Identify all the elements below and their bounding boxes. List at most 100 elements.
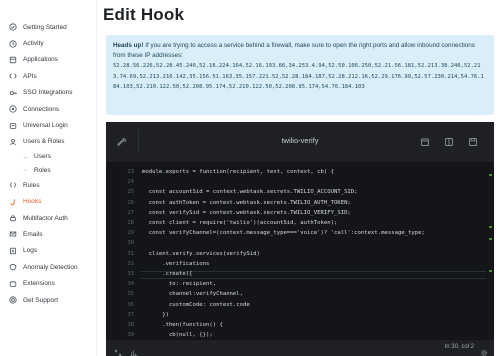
sidebar-item-users-roles[interactable]: Users & Roles xyxy=(0,134,96,150)
code-line[interactable]: .verifications xyxy=(142,261,209,267)
sidebar-subitem-label: Roles xyxy=(34,166,51,174)
code-line[interactable]: module.exports = function(recipient, tex… xyxy=(142,169,334,175)
sidebar-item-applications[interactable]: Applications xyxy=(0,52,96,68)
page-title: Edit Hook xyxy=(103,5,185,24)
applications-icon xyxy=(8,55,17,64)
sidebar-item-anomaly-detection[interactable]: Anomaly Detection xyxy=(0,259,96,275)
sidebar-item-label: Anomaly Detection xyxy=(23,263,78,271)
cursor-position-status: ln 30, col 2 xyxy=(444,344,474,350)
expand-button[interactable] xyxy=(114,344,122,356)
line-number: 24 xyxy=(127,179,134,186)
editor-footer: ln 30, col 2 xyxy=(106,340,494,356)
sidebar-item-label: Applications xyxy=(23,56,59,64)
sidebar-item-label: Emails xyxy=(23,230,43,238)
sidebar-item-label: Activity xyxy=(23,40,44,48)
code-line[interactable]: const authToken = context.webtask.secret… xyxy=(142,200,351,206)
sidebar-item-label: Getting Started xyxy=(23,23,67,31)
code-line[interactable]: cb(null, {}); xyxy=(142,332,213,338)
line-number: 29 xyxy=(127,230,134,237)
alert-heading: Heads up! xyxy=(113,42,144,49)
code-line[interactable]: const accountSid = context.webtask.secre… xyxy=(142,189,358,195)
code-line[interactable]: const verifyChannel=(context.message_typ… xyxy=(142,230,425,236)
sidebar-item-hooks[interactable]: Hooks xyxy=(0,194,96,210)
line-number: 23 xyxy=(127,169,134,175)
scrollbar-markers[interactable] xyxy=(488,174,492,274)
sidebar-item-label: Rules xyxy=(23,181,40,189)
sidebar-item-getting-started[interactable]: Getting Started xyxy=(0,19,96,35)
scroll-marker xyxy=(489,270,492,272)
save-icon xyxy=(469,138,477,146)
bar-chart-icon xyxy=(130,350,138,356)
scroll-marker xyxy=(489,226,492,228)
sidebar-subitem-label: Users xyxy=(34,153,51,161)
connections-icon xyxy=(8,105,17,114)
line-number: 39 xyxy=(127,332,134,339)
sidebar-item-multifactor-auth[interactable]: Multifactor Auth xyxy=(0,210,96,226)
hooks-icon xyxy=(8,197,17,206)
calendar-icon xyxy=(421,138,429,146)
logs-icon xyxy=(8,246,17,255)
logs-panel-button[interactable] xyxy=(130,344,138,356)
code-line[interactable]: to: recipient, xyxy=(142,281,216,287)
subitem-arrow-icon: → xyxy=(22,167,28,174)
sidebar-item-emails[interactable]: Emails xyxy=(0,226,96,242)
schedule-button[interactable] xyxy=(417,134,433,150)
code-line[interactable]: customCode: context.code xyxy=(142,302,250,308)
sidebar-item-apis[interactable]: APIs xyxy=(0,68,96,84)
sidebar-item-universal-login[interactable]: Universal Login xyxy=(0,117,96,133)
sidebar-item-label: Get Support xyxy=(23,296,59,304)
editor-settings-button[interactable] xyxy=(480,344,488,356)
sidebar-item-rules[interactable]: Rules xyxy=(0,177,96,193)
sidebar-item-connections[interactable]: Connections xyxy=(0,101,96,117)
gear-icon xyxy=(480,349,488,356)
code-line[interactable]: .create({ xyxy=(142,271,192,277)
main-content: Edit Hook Heads up! If you are trying to… xyxy=(97,0,500,356)
line-number: 36 xyxy=(127,301,134,308)
code-area[interactable]: 232425262728293031323334353637383940 mod… xyxy=(106,162,494,340)
subitem-arrow-icon: → xyxy=(22,153,28,160)
code-line[interactable]: const client = require('twilio')(account… xyxy=(142,220,338,226)
code-line[interactable]: .then(function() { xyxy=(142,322,223,328)
line-number: 38 xyxy=(127,322,134,328)
line-number: 28 xyxy=(127,220,134,226)
rules-icon xyxy=(8,181,17,190)
universal-login-icon xyxy=(8,121,17,130)
mfa-icon xyxy=(8,214,17,223)
sidebar: Getting Started Activity Applications AP… xyxy=(0,0,97,356)
line-number-gutter: 232425262728293031323334353637383940 xyxy=(106,162,140,340)
code-line[interactable]: const verifySid = context.webtask.secret… xyxy=(142,210,351,216)
line-number: 31 xyxy=(127,250,134,257)
app-root: Getting Started Activity Applications AP… xyxy=(0,0,500,356)
sidebar-item-label: Multifactor Auth xyxy=(23,214,68,222)
sidebar-item-logs[interactable]: Logs xyxy=(0,243,96,259)
scroll-marker xyxy=(489,238,492,240)
line-number: 25 xyxy=(127,189,134,196)
sidebar-item-label: Connections xyxy=(23,105,60,113)
line-number: 35 xyxy=(127,291,134,298)
code-line[interactable]: channel:verifyChannel, xyxy=(142,291,243,297)
editor-title: twilio-verify xyxy=(281,136,319,145)
line-number: 37 xyxy=(127,311,134,318)
alert-text: Heads up! If you are trying to access a … xyxy=(113,41,487,60)
sidebar-item-get-support[interactable]: Get Support xyxy=(0,292,96,308)
api-icon xyxy=(8,72,17,81)
sidebar-subitem-roles[interactable]: → Roles xyxy=(0,164,96,178)
sidebar-item-label: Hooks xyxy=(23,198,42,206)
alert-message: If you are trying to access a service be… xyxy=(113,42,475,59)
sidebar-item-extensions[interactable]: Extensions xyxy=(0,275,96,291)
activity-icon xyxy=(8,39,17,48)
support-icon xyxy=(8,296,17,305)
line-number: 34 xyxy=(127,281,134,288)
sidebar-item-sso-integrations[interactable]: SSO Integrations xyxy=(0,85,96,101)
line-number: 33 xyxy=(127,271,134,277)
sidebar-item-label: Extensions xyxy=(23,280,55,288)
sidebar-item-activity[interactable]: Activity xyxy=(0,35,96,51)
sidebar-item-label: Logs xyxy=(23,247,38,255)
users-icon xyxy=(8,137,17,146)
save-button[interactable] xyxy=(465,134,481,150)
split-view-button[interactable] xyxy=(441,134,457,150)
code-line[interactable]: client.verify.services(verifySid) xyxy=(142,251,260,257)
editor-header: twilio-verify xyxy=(106,122,494,162)
code-line[interactable]: }) xyxy=(142,312,169,318)
sidebar-subitem-users[interactable]: → Users xyxy=(0,150,96,164)
